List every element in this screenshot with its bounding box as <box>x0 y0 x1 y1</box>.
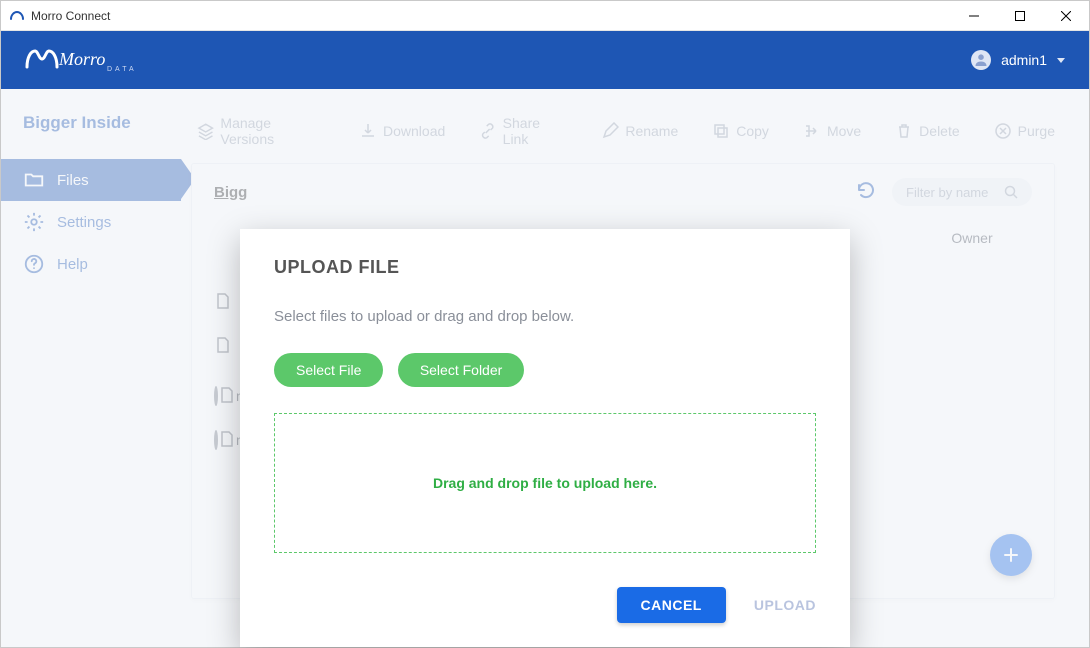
upload-button[interactable]: UPLOAD <box>754 597 816 613</box>
user-menu[interactable]: admin1 <box>971 50 1065 70</box>
cancel-button[interactable]: CANCEL <box>617 587 726 623</box>
user-label: admin1 <box>1001 52 1047 68</box>
svg-text:Morro: Morro <box>58 49 105 69</box>
app-icon <box>9 8 25 24</box>
select-file-button[interactable]: Select File <box>274 353 383 387</box>
select-folder-button[interactable]: Select Folder <box>398 353 524 387</box>
window-maximize-button[interactable] <box>997 1 1043 31</box>
window-title: Morro Connect <box>31 9 110 23</box>
chevron-down-icon <box>1057 58 1065 63</box>
window-close-button[interactable] <box>1043 1 1089 31</box>
upload-dialog: UPLOAD FILE Select files to upload or dr… <box>240 229 850 647</box>
svg-text:DATA: DATA <box>107 66 137 73</box>
window-titlebar: Morro Connect <box>1 1 1089 31</box>
dialog-title: UPLOAD FILE <box>274 257 816 278</box>
dropzone-label: Drag and drop file to upload here. <box>433 475 657 491</box>
dropzone[interactable]: Drag and drop file to upload here. <box>274 413 816 553</box>
window-minimize-button[interactable] <box>951 1 997 31</box>
avatar-icon <box>971 50 991 70</box>
brand-logo: Morro DATA <box>25 45 145 75</box>
dialog-hint: Select files to upload or drag and drop … <box>274 308 816 325</box>
app-header: Morro DATA admin1 <box>1 31 1089 89</box>
